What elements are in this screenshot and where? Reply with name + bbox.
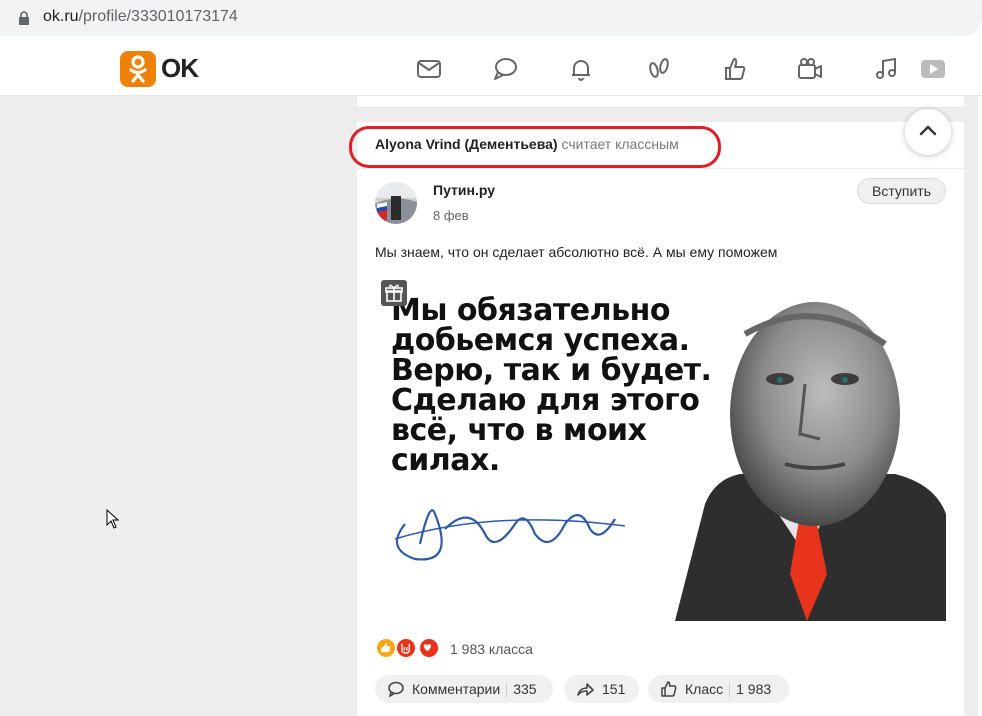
quote-line: силах.: [391, 443, 500, 478]
url-text[interactable]: ok.ru/profile/333010173174: [43, 8, 238, 26]
likes-icon[interactable]: [722, 56, 748, 82]
class-button[interactable]: Класс 1 983: [648, 675, 789, 703]
url-host: ok.ru: [43, 8, 79, 25]
rock-reaction-icon: [395, 637, 417, 659]
class-label: Класс: [685, 681, 724, 697]
site-header: OK: [0, 38, 982, 96]
comments-button[interactable]: Комментарии 335: [375, 675, 553, 703]
like-reaction-icon: [375, 637, 397, 659]
group-avatar[interactable]: [375, 182, 417, 224]
right-column-edge: [978, 96, 982, 716]
post-date: 8 фев: [433, 208, 469, 223]
quote-line: Верю, так и будет.: [391, 353, 712, 388]
mouse-cursor-icon: [106, 509, 120, 529]
share-icon: [577, 683, 594, 696]
highlight-annotation: [349, 126, 721, 168]
quote-line: всё, что в моих: [391, 413, 647, 448]
discussions-icon[interactable]: [492, 56, 518, 82]
quote-line: Сделаю для этого: [391, 383, 700, 418]
scroll-to-top-button[interactable]: [905, 109, 951, 155]
comments-label: Комментарии: [412, 681, 501, 697]
lock-icon: [19, 11, 29, 25]
video-icon[interactable]: [797, 56, 823, 82]
quote-line: Мы обязательно: [391, 293, 670, 328]
image-quote-text: Мы обязательно добьемся успеха. Верю, та…: [391, 293, 712, 478]
music-icon[interactable]: [874, 56, 900, 82]
ok-logo-icon[interactable]: [120, 51, 156, 87]
post-image[interactable]: Мы обязательно добьемся успеха. Верю, та…: [375, 274, 946, 621]
mail-icon[interactable]: [416, 56, 442, 82]
guests-icon[interactable]: [646, 56, 672, 82]
comments-count: 335: [513, 681, 537, 697]
browser-address-bar: ok.ru/profile/333010173174: [0, 0, 982, 38]
play-icon[interactable]: [920, 56, 946, 82]
chevron-up-icon: [919, 125, 937, 136]
gift-icon[interactable]: [381, 280, 407, 306]
class-count: 1 983: [736, 681, 772, 697]
comment-icon: [388, 681, 404, 697]
feed-gap: [357, 108, 964, 122]
heart-reaction-icon: [418, 637, 440, 659]
join-group-button[interactable]: Вступить: [857, 178, 946, 204]
class-like-icon: [661, 681, 677, 697]
reactions-count[interactable]: 1 983 класса: [450, 641, 533, 657]
previous-feed-card: [357, 96, 964, 108]
notifications-icon[interactable]: [568, 56, 594, 82]
ok-logo-text[interactable]: OK: [161, 53, 199, 84]
quote-line: добьемся успеха.: [391, 323, 690, 358]
url-path: /profile/333010173174: [78, 8, 238, 25]
group-name-link[interactable]: Путин.ру: [433, 182, 495, 198]
left-sidebar-area: [0, 96, 357, 716]
share-button[interactable]: 151: [564, 675, 639, 703]
post-text: Мы знаем, что он сделает абсолютно всё. …: [375, 244, 778, 260]
address-field[interactable]: ok.ru/profile/333010173174: [0, 0, 982, 36]
card-divider: [357, 168, 964, 169]
share-count: 151: [602, 681, 626, 697]
feed-card: Alyona Vrind (Дементьева) считает классн…: [349, 109, 964, 716]
